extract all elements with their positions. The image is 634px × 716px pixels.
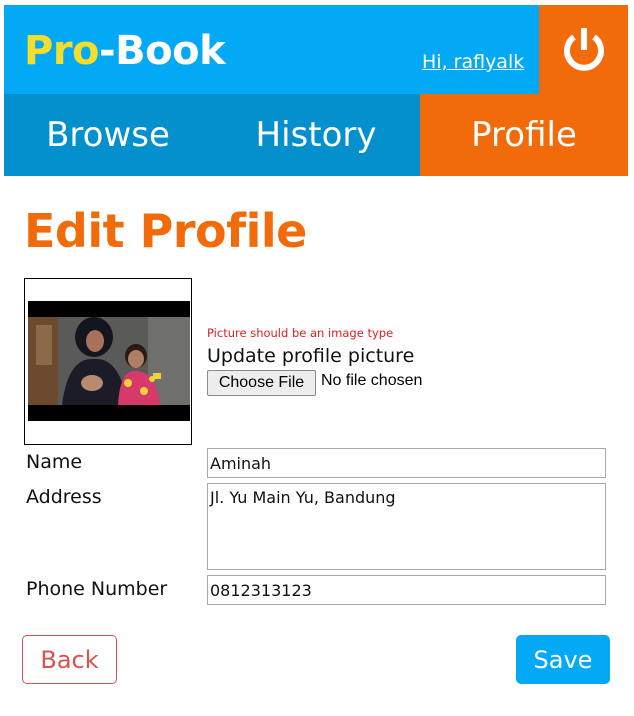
- brand-logo[interactable]: Pro-Book: [24, 25, 226, 77]
- name-label: Name: [26, 451, 83, 473]
- brand-logo-pro: Pro: [24, 28, 100, 74]
- user-greeting-link[interactable]: Hi, raflyalk: [422, 51, 524, 73]
- save-button[interactable]: Save: [516, 635, 610, 684]
- profile-picture-frame: [24, 278, 192, 445]
- profile-photo-illustration: [28, 301, 190, 421]
- app-header: Pro-Book Hi, raflyalk: [4, 5, 628, 94]
- edit-profile-page: Pro-Book Hi, raflyalk Browse History Pro…: [0, 0, 634, 716]
- update-picture-label: Update profile picture: [207, 345, 415, 367]
- file-status-text: No file chosen: [321, 372, 423, 389]
- page-title: Edit Profile: [24, 204, 307, 258]
- picture-error-message: Picture should be an image type: [207, 326, 394, 340]
- nav-history[interactable]: History: [212, 94, 420, 176]
- profile-picture: [28, 301, 190, 421]
- address-textarea[interactable]: Jl. Yu Main Yu, Bandung: [207, 483, 606, 570]
- power-icon: [563, 27, 604, 71]
- main-nav: Browse History Profile: [4, 94, 628, 176]
- address-label: Address: [26, 486, 102, 508]
- choose-file-button[interactable]: Choose File: [207, 370, 316, 396]
- nav-profile[interactable]: Profile: [420, 94, 628, 176]
- phone-input[interactable]: [207, 575, 606, 605]
- phone-label: Phone Number: [26, 578, 168, 600]
- name-input[interactable]: [207, 448, 606, 478]
- nav-browse[interactable]: Browse: [4, 94, 212, 176]
- brand-logo-book: -Book: [99, 28, 226, 74]
- back-button[interactable]: Back: [22, 635, 117, 684]
- logout-button[interactable]: [539, 5, 628, 94]
